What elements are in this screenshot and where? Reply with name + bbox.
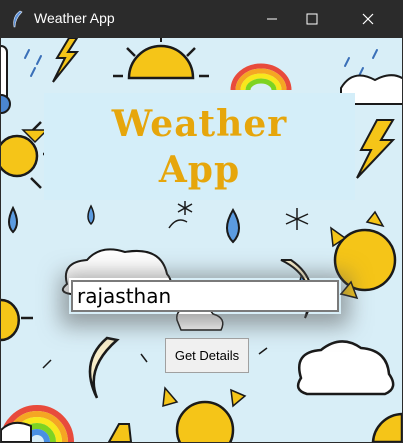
feather-icon (13, 10, 23, 28)
app-content: Weather App Get Details (1, 38, 402, 442)
app-window: Weather App Weather App rajasthan Get De… (0, 0, 403, 443)
maximize-button[interactable] (289, 0, 335, 38)
minimize-icon (267, 18, 277, 20)
maximize-icon (306, 13, 318, 25)
window-title: Weather App (34, 10, 115, 26)
title-bar[interactable]: Weather App (0, 0, 403, 38)
city-search-input[interactable] (71, 280, 339, 312)
close-button[interactable] (345, 0, 391, 38)
title-panel: Weather App (44, 93, 355, 200)
app-title-line-2: App (158, 148, 241, 191)
close-icon (362, 13, 374, 25)
get-details-button[interactable]: Get Details (165, 338, 249, 373)
app-title-line-1: Weather (111, 102, 288, 145)
